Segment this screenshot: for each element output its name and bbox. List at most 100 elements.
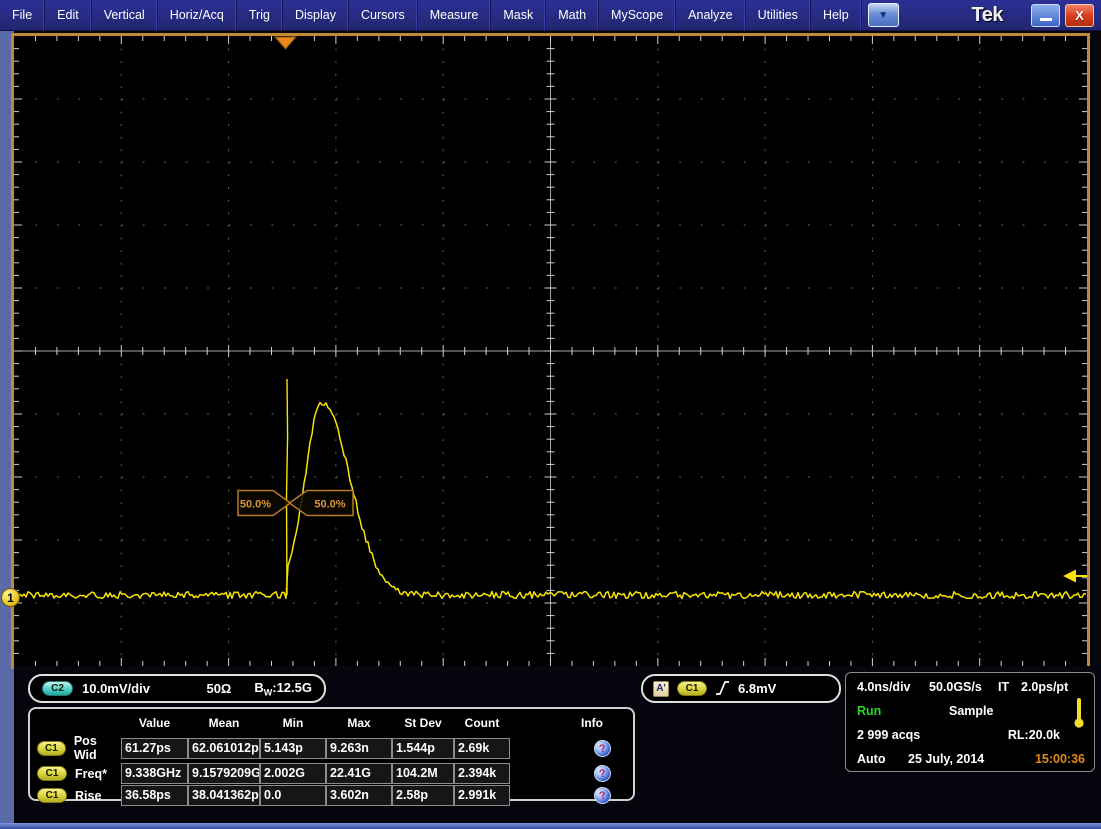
trigger-mode: Auto bbox=[857, 752, 885, 766]
measurement-value: 9.338GHz bbox=[121, 763, 188, 784]
menu-overflow-button[interactable]: ▼ bbox=[868, 3, 899, 27]
thermometer-icon bbox=[1073, 697, 1085, 729]
info-button[interactable]: ? bbox=[592, 738, 612, 758]
trigger-source-badge: A' bbox=[653, 681, 669, 697]
input-impedance: 50Ω bbox=[206, 681, 231, 696]
menu-myscope[interactable]: MyScope bbox=[599, 0, 676, 30]
titlebar-spacer bbox=[899, 0, 972, 30]
menu-display[interactable]: Display bbox=[283, 0, 349, 30]
measurement-name: Freq* bbox=[75, 767, 107, 781]
measurement-value: 36.58ps bbox=[121, 785, 188, 806]
menu-label: Vertical bbox=[104, 8, 145, 22]
close-button[interactable]: X bbox=[1065, 4, 1094, 27]
trigger-readout[interactable]: A' C1 6.8mV bbox=[641, 674, 841, 703]
column-header: St Dev bbox=[392, 716, 454, 730]
resolution: 2.0ps/pt bbox=[1021, 680, 1068, 694]
menu-label: Display bbox=[295, 8, 336, 22]
menu-math[interactable]: Math bbox=[546, 0, 599, 30]
measurement-stdev: 104.2M bbox=[392, 763, 454, 784]
trigger-position-marker[interactable] bbox=[275, 37, 296, 49]
menu-label: Math bbox=[558, 8, 586, 22]
window-bottom-edge bbox=[0, 823, 1101, 829]
column-header: Max bbox=[326, 716, 392, 730]
menu-label: Trig bbox=[249, 8, 270, 22]
menu-utilities[interactable]: Utilities bbox=[746, 0, 811, 30]
menu-analyze[interactable]: Analyze bbox=[676, 0, 745, 30]
measurement-name: Pos Wid bbox=[74, 734, 121, 762]
measurement-count: 2.991k bbox=[454, 785, 510, 806]
measurement-count: 2.69k bbox=[454, 738, 510, 759]
record-length: RL:20.0k bbox=[1008, 728, 1060, 742]
column-header: Mean bbox=[188, 716, 260, 730]
timebase: 4.0ns/div bbox=[857, 680, 911, 694]
trigger-level-arrow[interactable] bbox=[1063, 570, 1087, 583]
chevron-down-icon: ▼ bbox=[878, 10, 888, 21]
measurement-value: 61.27ps bbox=[121, 738, 188, 759]
info-button[interactable]: ? bbox=[592, 785, 612, 805]
menu-vertical[interactable]: Vertical bbox=[92, 0, 158, 30]
clock: 15:00:36 bbox=[1035, 752, 1085, 766]
date: 25 July, 2014 bbox=[908, 752, 984, 766]
interp-mode: IT bbox=[998, 680, 1009, 694]
channel-1-badge: C1 bbox=[37, 788, 67, 803]
oscilloscope-window: 50.0% 50.0% 1 File Edit Vertical Horiz/Acq Tr… bbox=[0, 0, 1101, 829]
trigger-level: 6.8mV bbox=[738, 681, 776, 696]
column-header: Count bbox=[454, 716, 510, 730]
menu-trig[interactable]: Trig bbox=[237, 0, 283, 30]
channel-1-badge: C1 bbox=[37, 766, 67, 781]
acq-mode: Sample bbox=[949, 704, 993, 718]
channel-readout[interactable]: C2 10.0mV/div 50Ω BW:12.5G bbox=[28, 674, 326, 703]
measurement-count: 2.394k bbox=[454, 763, 510, 784]
menu-bar: File Edit Vertical Horiz/Acq Trig Display Curs… bbox=[0, 0, 1101, 31]
cursor-right-label: 50.0% bbox=[314, 499, 345, 511]
menu-horiz-acq[interactable]: Horiz/Acq bbox=[158, 0, 237, 30]
column-header: Min bbox=[260, 716, 326, 730]
menu-label: Analyze bbox=[688, 8, 732, 22]
menu-measure[interactable]: Measure bbox=[418, 0, 492, 30]
acquisition-panel: 4.0ns/div 50.0GS/s IT 2.0ps/pt Run Sampl… bbox=[845, 672, 1095, 772]
menu-file[interactable]: File bbox=[0, 0, 45, 30]
column-header: Value bbox=[121, 716, 188, 730]
menu-items: File Edit Vertical Horiz/Acq Trig Display Curs… bbox=[0, 0, 862, 30]
close-icon: X bbox=[1075, 8, 1084, 23]
acquisition-count: 2 999 acqs bbox=[857, 728, 920, 742]
measurement-mean: 9.1579209G bbox=[188, 763, 260, 784]
measurement-min: 2.002G bbox=[260, 763, 326, 784]
minimize-icon bbox=[1040, 18, 1052, 21]
channel-2-badge: C2 bbox=[42, 681, 73, 696]
measurement-mean: 62.061012p bbox=[188, 738, 260, 759]
minimize-button[interactable] bbox=[1031, 4, 1060, 27]
measurement-max: 3.602n bbox=[326, 785, 392, 806]
channel-1-badge: C1 bbox=[37, 741, 66, 756]
measurement-max: 22.41G bbox=[326, 763, 392, 784]
menu-label: Mask bbox=[503, 8, 533, 22]
measurement-row: C1Pos Wid61.27ps62.061012p5.143p9.263n1.… bbox=[33, 734, 633, 762]
menu-label: Help bbox=[823, 8, 849, 22]
measurement-min: 0.0 bbox=[260, 785, 326, 806]
measurement-row: C1Rise36.58ps38.041362p0.03.602n2.58p2.9… bbox=[33, 785, 633, 806]
menu-cursors[interactable]: Cursors bbox=[349, 0, 418, 30]
bandwidth: BW:12.5G bbox=[254, 680, 312, 698]
column-header: Info bbox=[510, 716, 633, 730]
menu-help[interactable]: Help bbox=[811, 0, 862, 30]
measurement-stdev: 1.544p bbox=[392, 738, 454, 759]
cursor-left-label: 50.0% bbox=[240, 499, 271, 511]
measurement-table: ValueMeanMinMaxSt DevCountInfo C1 Pos Wid… bbox=[28, 707, 635, 801]
measurement-mean: 38.041362p bbox=[188, 785, 260, 806]
measurement-stdev: 2.58p bbox=[392, 785, 454, 806]
waveform-display: 50.0% 50.0% bbox=[14, 36, 1087, 666]
info-button[interactable]: ? bbox=[592, 763, 612, 783]
measurement-row: C1 Freq* 9.338GHz9.1579209G2.002G22.41G104… bbox=[33, 763, 633, 784]
menu-mask[interactable]: Mask bbox=[491, 0, 546, 30]
measurement-max: 9.263n bbox=[326, 738, 392, 759]
acq-state: Run bbox=[857, 704, 881, 718]
menu-label: Measure bbox=[430, 8, 479, 22]
menu-label: MyScope bbox=[611, 8, 663, 22]
menu-label: File bbox=[12, 8, 32, 22]
menu-edit[interactable]: Edit bbox=[45, 0, 92, 30]
channel-1-marker[interactable]: 1 bbox=[1, 588, 20, 607]
status-area: C2 10.0mV/div 50Ω BW:12.5G A' C1 6.8mV 4… bbox=[14, 666, 1101, 823]
sample-rate: 50.0GS/s bbox=[929, 680, 982, 694]
trigger-channel-badge: C1 bbox=[677, 681, 707, 696]
measurement-header: ValueMeanMinMaxSt DevCountInfo bbox=[33, 712, 633, 734]
